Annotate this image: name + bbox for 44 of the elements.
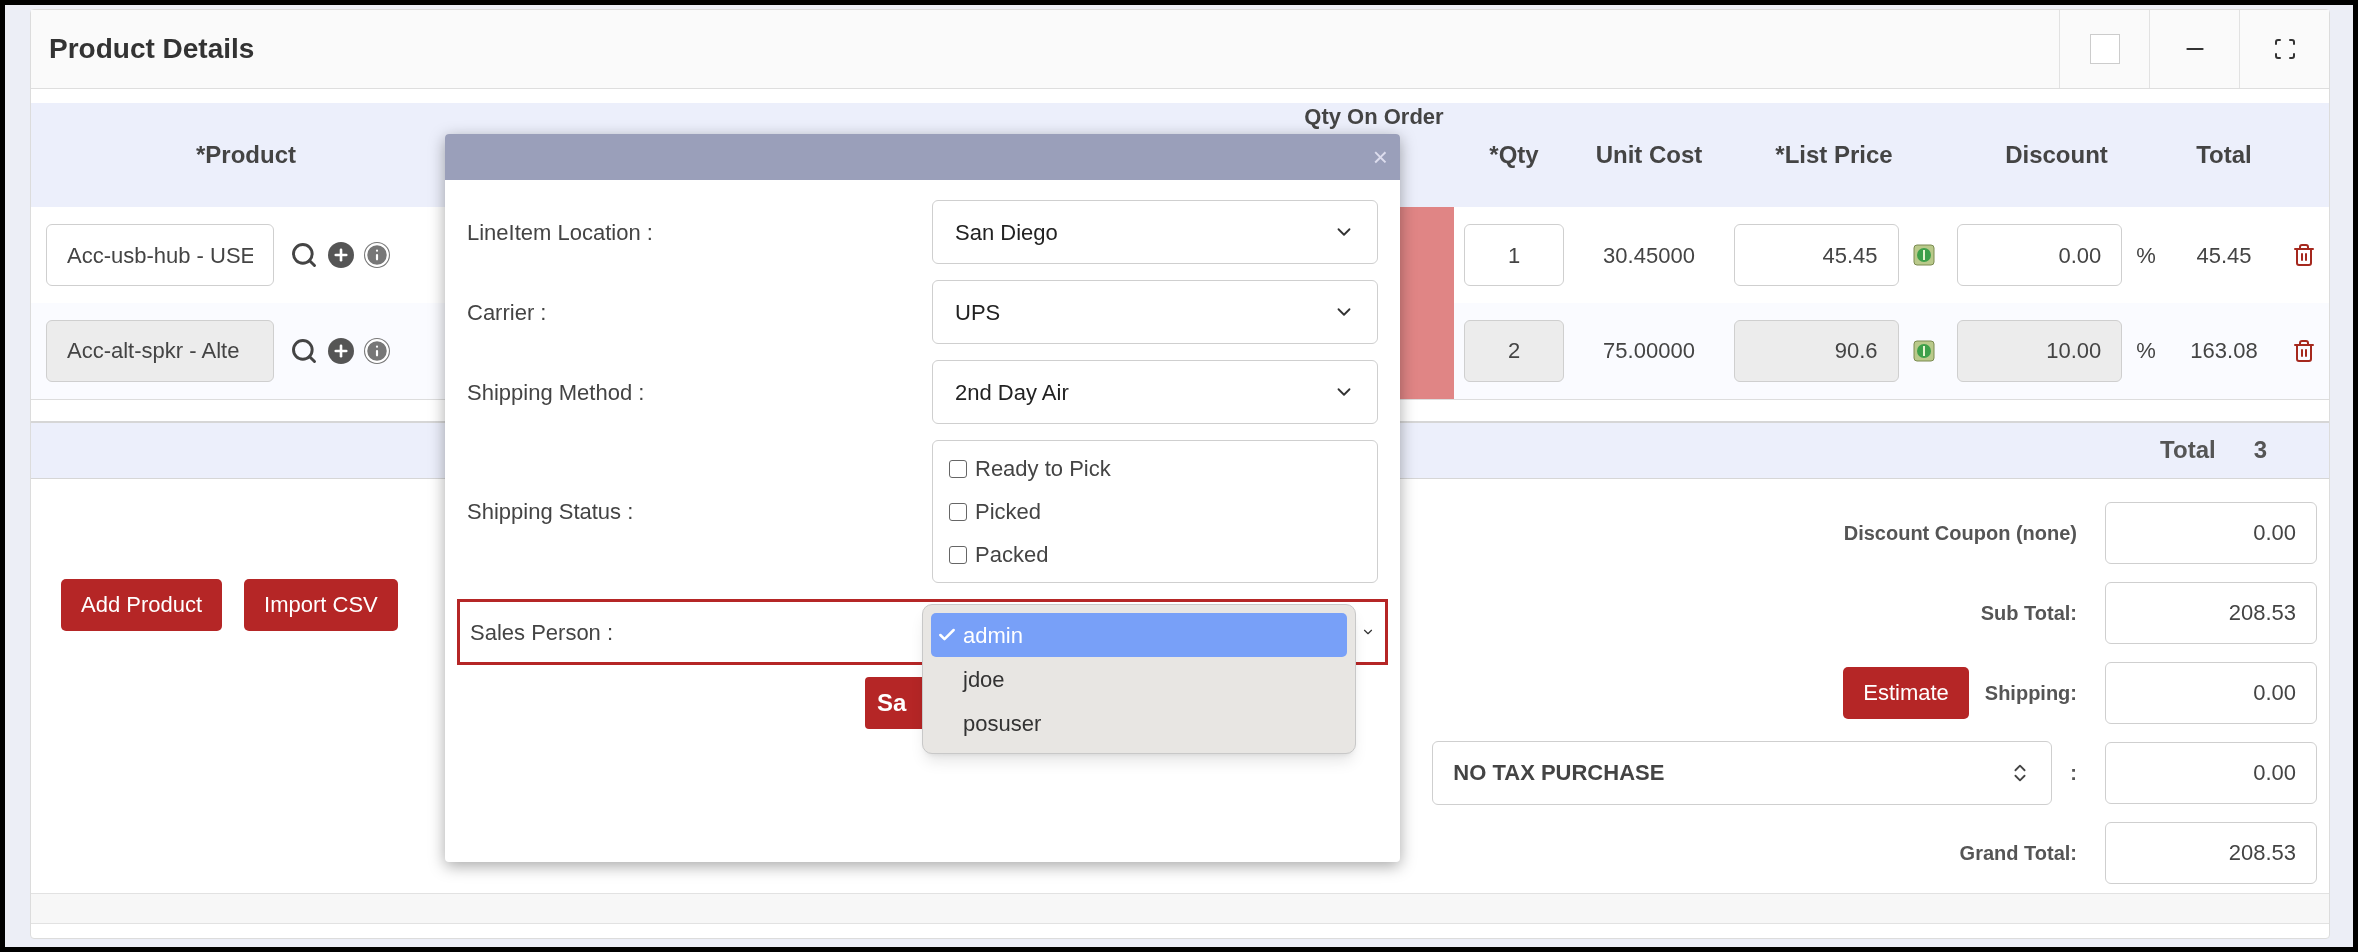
field-label: LineItem Location : [467,218,654,247]
field-label: Sales Person : [470,618,615,647]
column-header: Total [2196,139,2252,170]
summary-label: Shipping: [1984,680,2077,706]
checkbox-label: Ready to Pick [975,455,1111,483]
select-field[interactable]: UPS [932,280,1378,344]
field-label: Carrier : [467,298,548,327]
action-button[interactable]: Import CSV [244,578,398,631]
discount-field[interactable]: 0.00 [1957,224,2123,287]
checkbox-label: Picked [975,498,1042,526]
column-header: *Qty [1489,139,1539,170]
field-label: Shipping Method : [467,378,646,407]
summary-label: Discount Coupon (none) [1843,520,2077,546]
amount-field[interactable]: 208.53 [2105,581,2317,644]
action-button[interactable]: Add Product [61,578,223,631]
table-cell-text: 163.08 [2190,337,2258,366]
table-cell-text: 45.45 [2196,241,2252,270]
column-header: Unit Cost [1595,139,1703,170]
select-field[interactable]: 2nd Day Air [932,360,1378,424]
summary-label: : [2070,760,2077,786]
table-cell-text: 75.00000 [1603,337,1695,366]
summary-label: Grand Total: [1959,840,2077,866]
total-value: 3 [2253,435,2267,466]
summary-label: Sub Total: [1980,600,2077,626]
checkbox-label: Packed [975,541,1049,569]
table-cell-text: 30.45000 [1603,241,1695,270]
amount-field[interactable]: 0.00 [2105,741,2317,804]
total-label: Total [2160,435,2216,466]
amount-field[interactable]: 0.00 [2105,661,2317,724]
column-header: Discount [2005,139,2108,170]
percent-sign: % [2136,337,2156,366]
field-label: Shipping Status : [467,498,635,526]
column-header: *List Price [1775,139,1893,170]
select-field[interactable]: San Diego [932,200,1378,264]
tax-select[interactable]: NO TAX PURCHASE [1432,740,2053,805]
amount-field[interactable]: 0.00 [2105,501,2317,564]
estimate-button[interactable]: Estimate [1843,666,1969,719]
price-field[interactable]: 45.45 [1733,224,1899,287]
qty-field[interactable]: 1 [1464,224,1564,287]
column-header: *Product [196,139,296,170]
column-header: Qty On Order [1304,104,1444,129]
panel-title: Product Details [48,31,256,66]
amount-field[interactable]: 208.53 [2105,821,2317,884]
percent-sign: % [2136,241,2156,270]
